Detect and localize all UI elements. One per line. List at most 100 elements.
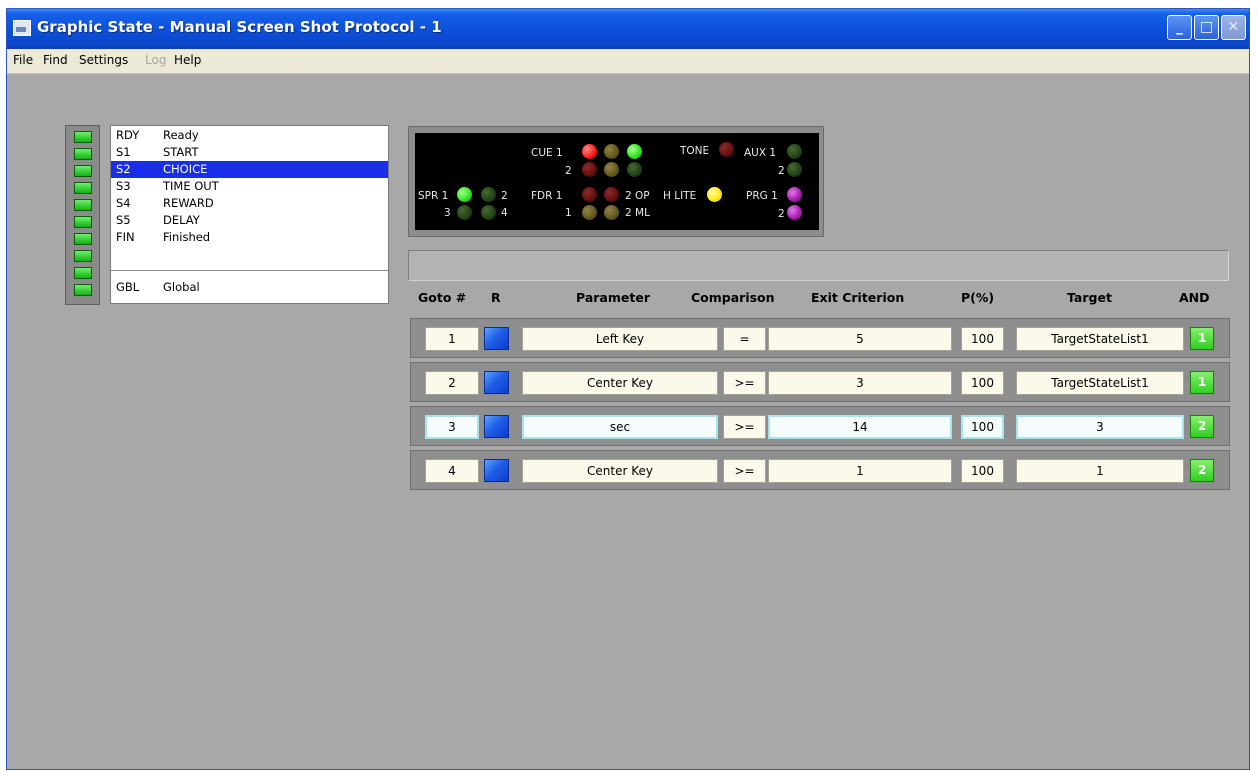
fdr1-label: FDR 1 [531, 190, 563, 202]
state-item-fin[interactable]: FIN Finished [111, 229, 388, 246]
state-name: CHOICE [163, 162, 208, 176]
goto-field[interactable]: 3 [425, 415, 479, 439]
list-divider [111, 270, 388, 271]
state-item-s1[interactable]: S1 START [111, 144, 388, 161]
probability-field[interactable]: 100 [961, 371, 1004, 395]
state-item-s2[interactable]: S2 CHOICE [111, 161, 388, 178]
parameter-field[interactable]: Center Key [522, 459, 718, 483]
state-name: Finished [163, 230, 211, 244]
aux1-label: AUX 1 [744, 147, 777, 159]
target-field[interactable]: 3 [1016, 415, 1184, 439]
transition-row: 1 Left Key = 5 100 TargetStateList1 1 [410, 318, 1230, 358]
comparison-field[interactable]: >= [723, 371, 766, 395]
fdr2-yellow-led [604, 205, 619, 220]
main-area: RDY Ready S1 START S2 CHOICE S3 TIME OUT… [7, 74, 1249, 769]
state-code: S3 [116, 179, 131, 193]
hlite-label: H LITE [663, 190, 697, 202]
state-item-s3[interactable]: S3 TIME OUT [111, 178, 388, 195]
state-code: S4 [116, 196, 131, 210]
r-button[interactable] [484, 327, 509, 350]
aux1-led [787, 144, 802, 159]
exit-criterion-field[interactable]: 14 [768, 415, 952, 439]
exit-criterion-field[interactable]: 1 [768, 459, 952, 483]
fdr1b-label: 1 [565, 207, 572, 219]
state-led [74, 216, 92, 228]
comparison-field[interactable]: >= [723, 415, 766, 439]
goto-field[interactable]: 4 [425, 459, 479, 483]
transition-row: 4 Center Key >= 1 100 1 2 [410, 450, 1230, 490]
header-comparison: Comparison [691, 290, 775, 305]
state-led-column [65, 125, 100, 305]
state-name: Global [163, 280, 200, 294]
fdr1-red-led [582, 187, 597, 202]
io-indicator-frame: CUE 1 2 TONE AUX 1 2 SPR 1 2 3 4 FDR 1 2… [408, 126, 824, 237]
state-item-rdy[interactable]: RDY Ready [111, 127, 388, 144]
menu-file[interactable]: File [13, 53, 33, 67]
comparison-field[interactable]: >= [723, 459, 766, 483]
fdr2ml-label: 2 ML [625, 207, 650, 219]
header-p-percent: P(%) [961, 290, 995, 305]
header-and: AND [1179, 290, 1210, 305]
state-led [74, 284, 92, 296]
transition-row: 2 Center Key >= 3 100 TargetStateList1 1 [410, 362, 1230, 402]
spr3-led [457, 205, 472, 220]
comparison-field[interactable]: = [723, 327, 766, 351]
state-name: TIME OUT [163, 179, 219, 193]
exit-criterion-field[interactable]: 5 [768, 327, 952, 351]
menu-find[interactable]: Find [43, 53, 68, 67]
state-list[interactable]: RDY Ready S1 START S2 CHOICE S3 TIME OUT… [110, 125, 389, 304]
state-item-gbl[interactable]: GBL Global [111, 279, 388, 296]
app-icon [13, 20, 31, 36]
cue2-label: 2 [565, 165, 572, 177]
spr1-led [457, 187, 472, 202]
prg2-label: 2 [778, 208, 785, 220]
maximize-button[interactable]: □ [1194, 15, 1219, 40]
spr1-label: SPR 1 [418, 190, 449, 202]
state-led [74, 250, 92, 262]
parameter-field[interactable]: sec [522, 415, 718, 439]
r-button[interactable] [484, 415, 509, 438]
and-button[interactable]: 2 [1190, 459, 1214, 482]
probability-field[interactable]: 100 [961, 327, 1004, 351]
target-field[interactable]: TargetStateList1 [1016, 371, 1184, 395]
hlite-led [707, 187, 722, 202]
close-button[interactable]: ✕ [1221, 15, 1246, 40]
title-bar[interactable]: Graphic State - Manual Screen Shot Proto… [7, 9, 1249, 49]
minimize-button[interactable]: _ [1167, 15, 1192, 40]
menu-help[interactable]: Help [174, 53, 201, 67]
fdr2op-label: 2 OP [625, 190, 650, 202]
cue2-red-led [582, 162, 597, 177]
target-field[interactable]: 1 [1016, 459, 1184, 483]
exit-criterion-field[interactable]: 3 [768, 371, 952, 395]
fdr1-yellow-led [582, 205, 597, 220]
target-field[interactable]: TargetStateList1 [1016, 327, 1184, 351]
menu-log: Log [145, 53, 167, 67]
fdr2-red-led [604, 187, 619, 202]
menu-settings[interactable]: Settings [79, 53, 128, 67]
header-goto: Goto # [418, 290, 467, 305]
cue2-yellow-led [604, 162, 619, 177]
r-button[interactable] [484, 371, 509, 394]
r-button[interactable] [484, 459, 509, 482]
and-button[interactable]: 2 [1190, 415, 1214, 438]
goto-field[interactable]: 1 [425, 327, 479, 351]
parameter-field[interactable]: Center Key [522, 371, 718, 395]
state-led [74, 199, 92, 211]
probability-field[interactable]: 100 [961, 459, 1004, 483]
state-item-s5[interactable]: S5 DELAY [111, 212, 388, 229]
and-button[interactable]: 1 [1190, 327, 1214, 350]
state-led [74, 148, 92, 160]
state-item-s4[interactable]: S4 REWARD [111, 195, 388, 212]
goto-field[interactable]: 2 [425, 371, 479, 395]
header-target: Target [1067, 290, 1112, 305]
aux2-led [787, 162, 802, 177]
header-parameter: Parameter [576, 290, 650, 305]
parameter-field[interactable]: Left Key [522, 327, 718, 351]
state-name: REWARD [163, 196, 214, 210]
prg1-label: PRG 1 [746, 190, 778, 202]
state-code: S1 [116, 145, 131, 159]
state-code: FIN [116, 230, 135, 244]
and-button[interactable]: 1 [1190, 371, 1214, 394]
status-bar [408, 250, 1229, 281]
probability-field[interactable]: 100 [961, 415, 1004, 439]
